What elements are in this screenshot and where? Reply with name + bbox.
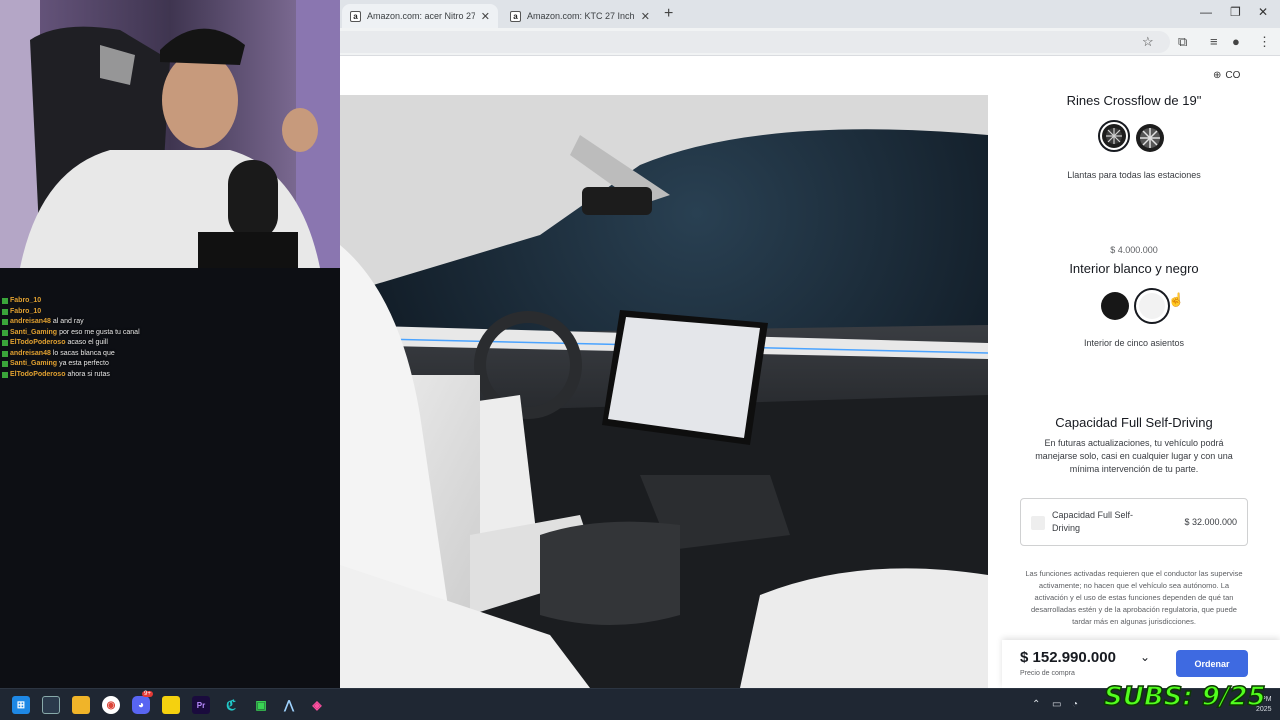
chat-message: Santi_Gaming por eso me gusta tu canal — [2, 328, 170, 339]
sub-badge-icon — [2, 340, 8, 347]
fsd-checkbox[interactable] — [1031, 516, 1045, 530]
total-price-label: Precio de compra — [1020, 670, 1075, 677]
sub-badge-icon — [2, 371, 8, 378]
close-window-icon[interactable]: ✕ — [1258, 5, 1268, 19]
close-tab-icon[interactable]: ✕ — [481, 10, 490, 23]
new-tab-icon[interactable]: + — [664, 5, 673, 23]
discord-icon[interactable]: ◕ — [132, 696, 150, 714]
windows-start-icon[interactable]: ⊞ — [12, 696, 30, 714]
chat-message: andreisan48 lo sacas blanca que — [2, 349, 170, 360]
tab-amazon-acer[interactable]: a Amazon.com: acer Nitro 27 Inc ✕ — [342, 4, 498, 28]
fsd-option-card[interactable]: Capacidad Full Self-Driving $ 32.000.000 — [1020, 498, 1248, 546]
sub-badge-icon — [2, 329, 8, 336]
media-controls-icon[interactable]: ≡ — [1210, 34, 1218, 49]
subs-goal-overlay: SUBS: 9/25 — [1103, 681, 1266, 713]
fsd-option-price: $ 32.000.000 — [1184, 517, 1237, 527]
wheels-title: Rines Crossflow de 19" — [1066, 93, 1202, 108]
fsd-description: En futuras actualizaciones, tu vehículo … — [1035, 438, 1233, 474]
sub-badge-icon — [2, 298, 8, 305]
browser-toolbar: ☆ ⧉ ≡ ● ⋮ — [340, 28, 1280, 56]
sticky-notes-icon[interactable] — [162, 696, 180, 714]
chat-message: ElTodoPoderoso acaso el guill — [2, 338, 170, 349]
green-app-icon[interactable]: ▣ — [252, 696, 270, 714]
interior-price: $ 4.000.000 — [1110, 245, 1158, 255]
tesla-configurator-page: ⊕ CO Rines Crossflow de 19" Llantas para… — [340, 56, 1280, 688]
pink-app-icon[interactable]: ◈ — [308, 696, 326, 714]
extensions-icon[interactable]: ⧉ — [1178, 34, 1187, 50]
stream-chat-overlay: Fabro_10 Fabro_10 andreisan48 al and ray … — [2, 296, 170, 380]
address-bar[interactable] — [340, 31, 1170, 53]
fsd-title: Capacidad Full Self-Driving — [1055, 415, 1213, 430]
bookmark-star-icon[interactable]: ☆ — [1142, 34, 1154, 50]
wheels-description: Llantas para todas las estaciones — [1067, 170, 1201, 180]
tray-network-icon[interactable]: ◔ — [1072, 699, 1078, 710]
tray-chevron-icon[interactable]: ⌃ — [1032, 699, 1040, 710]
chrome-icon[interactable]: ◉ — [102, 696, 120, 714]
language-code: CO — [1225, 70, 1241, 81]
sub-badge-icon — [2, 319, 8, 326]
browser-window: a Amazon.com: acer Nitro 27 Inc ✕ a Amaz… — [340, 0, 1280, 688]
webcam-feed — [0, 0, 340, 268]
cursor-hand-icon: ☝ — [1168, 292, 1185, 307]
chat-message: ElTodoPoderoso ahora si rutas — [2, 370, 170, 381]
a-app-icon[interactable]: ⋀ — [280, 696, 298, 714]
profile-avatar-icon[interactable]: ● — [1232, 34, 1240, 49]
sub-badge-icon — [2, 361, 8, 368]
globe-icon: ⊕ — [1213, 70, 1222, 81]
tab-amazon-ktc[interactable]: a Amazon.com: KTC 27 Inch Gam ✕ — [502, 4, 658, 28]
tab-strip: a Amazon.com: acer Nitro 27 Inc ✕ a Amaz… — [340, 0, 1280, 28]
interior-option-white[interactable] — [1134, 288, 1170, 324]
car-interior-render — [340, 95, 988, 688]
chat-message: andreisan48 al and ray — [2, 317, 170, 328]
amazon-favicon-icon: a — [350, 10, 361, 22]
chevron-down-icon[interactable]: ⌄ — [1140, 650, 1150, 664]
interior-description: Interior de cinco asientos — [1083, 338, 1185, 348]
order-button[interactable]: Ordenar — [1176, 650, 1248, 677]
c-app-icon[interactable]: ℭ — [222, 696, 240, 714]
order-bar: $ 152.990.000 ⌄ Precio de compra Ordenar — [1002, 640, 1280, 688]
chat-message: Fabro_10 — [2, 296, 170, 307]
premiere-pro-icon[interactable]: Pr — [192, 696, 210, 714]
chat-message: Fabro_10 — [2, 307, 170, 318]
chat-message: Santi_Gaming ya esta perfecto — [2, 359, 170, 370]
alternate-wheel-icon — [1136, 124, 1164, 152]
fsd-disclaimer: Las funciones activadas requieren que el… — [1025, 569, 1243, 626]
tray-app-icon[interactable]: ▭ — [1052, 699, 1061, 710]
wheel-option-alternate[interactable] — [1136, 124, 1164, 152]
interior-title: Interior blanco y negro — [1069, 261, 1199, 276]
discord-notification-badge: 9+ — [142, 691, 153, 697]
sub-badge-icon — [2, 308, 8, 315]
wheel-option-crossflow[interactable] — [1098, 120, 1130, 152]
configuration-panel: ⊕ CO Rines Crossflow de 19" Llantas para… — [988, 56, 1280, 688]
tab-title: Amazon.com: acer Nitro 27 Inc — [367, 11, 475, 21]
interior-option-black[interactable] — [1101, 292, 1129, 320]
crossflow-wheel-icon — [1102, 124, 1126, 148]
file-explorer-icon[interactable] — [72, 696, 90, 714]
tab-title: Amazon.com: KTC 27 Inch Gam — [527, 11, 635, 21]
maximize-icon[interactable]: ❐ — [1230, 5, 1241, 19]
menu-kebab-icon[interactable]: ⋮ — [1258, 34, 1271, 50]
sub-badge-icon — [2, 350, 8, 357]
windows-taskbar: ⊞ ◉ ◕ 9+ Pr ℭ ▣ ⋀ ◈ ⌃ ▭ ◔ PM 2025 — [0, 688, 1280, 720]
language-selector[interactable]: ⊕ CO — [1213, 70, 1240, 81]
amazon-favicon-icon: a — [510, 10, 521, 22]
minimize-icon[interactable]: — — [1200, 5, 1212, 19]
fsd-option-label: Capacidad Full Self-Driving — [1052, 510, 1134, 533]
total-price[interactable]: $ 152.990.000 — [1020, 649, 1116, 666]
close-tab-icon[interactable]: ✕ — [641, 10, 650, 23]
task-view-icon[interactable] — [42, 696, 60, 714]
